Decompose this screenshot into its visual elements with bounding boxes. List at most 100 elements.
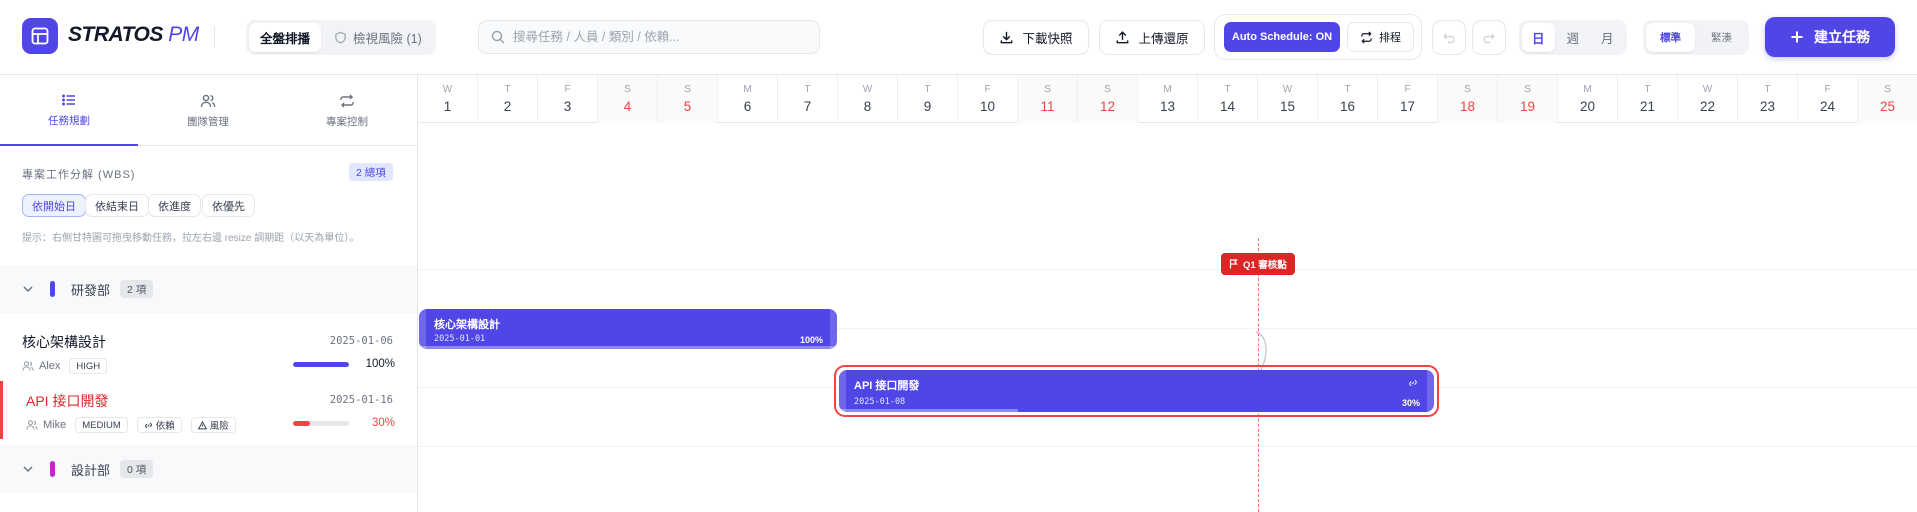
- redo-button[interactable]: [1472, 20, 1506, 55]
- bar-progress: 30%: [1401, 398, 1420, 408]
- tab-overview[interactable]: 全盤排播: [249, 23, 322, 52]
- list-icon: [62, 94, 75, 105]
- bar-title: API 接口開發: [854, 380, 920, 392]
- gantt-bar-core-architecture[interactable]: 核心架構設計 2025-01-01 100%: [419, 309, 837, 349]
- app-logo[interactable]: [22, 18, 58, 54]
- wbs-count-badge: 2 總項: [349, 163, 393, 181]
- brand-primary: STRATOS: [68, 23, 163, 46]
- tab-team-management[interactable]: 團隊管理: [139, 75, 277, 146]
- density-compact[interactable]: 緊湊: [1697, 23, 1746, 52]
- task-row-risk[interactable]: API 接口開發 2025-01-16 Mike MEDIUM 依賴 風險 30…: [0, 381, 417, 439]
- bar-progress-fill: [839, 409, 1018, 412]
- task-owner: Mike: [43, 419, 67, 431]
- progress-bar: [293, 421, 349, 426]
- bar-progress: 100%: [799, 335, 823, 345]
- tab-overview-label: 全盤排播: [260, 32, 311, 46]
- tab-risk[interactable]: 檢視風險 (1): [323, 23, 433, 52]
- task-owner: Alex: [39, 360, 61, 372]
- group-count: 0 項: [120, 460, 154, 478]
- upload-icon: [1117, 31, 1129, 44]
- risk-label: 風險: [209, 421, 229, 432]
- bar-start-date: 2025-01-08: [854, 397, 906, 407]
- task-row[interactable]: 核心架構設計 2025-01-06 Alex HIGH 100%: [0, 322, 417, 380]
- group-design[interactable]: 設計部 0 項: [0, 445, 417, 493]
- bar-title: 核心架構設計: [434, 319, 500, 331]
- dependency-badge: 依賴: [136, 417, 182, 433]
- progress-fill: [293, 362, 349, 367]
- schedule-label: 排程: [1379, 32, 1401, 44]
- gantt-bar-api-development[interactable]: API 接口開發 2025-01-08 30%: [839, 370, 1434, 412]
- warning-icon: [197, 420, 207, 429]
- progress-fill: [293, 421, 310, 426]
- resize-handle-right[interactable]: [830, 309, 837, 349]
- zoom-switch: 日 週 月: [1519, 20, 1627, 55]
- shield-icon: [335, 31, 346, 44]
- upload-restore-button[interactable]: 上傳還原: [1099, 20, 1205, 55]
- sort-by-progress[interactable]: 依進度: [148, 194, 201, 217]
- density-switch: 標準 緊湊: [1643, 20, 1749, 55]
- progress-bar: [293, 362, 349, 367]
- tab-project-control[interactable]: 專案控制: [278, 75, 416, 146]
- tab-team-management-label: 團隊管理: [187, 115, 229, 128]
- upload-label: 上傳還原: [1138, 32, 1189, 46]
- user-icon: [26, 420, 38, 430]
- schedule-button[interactable]: 排程: [1347, 22, 1414, 52]
- sort-by-priority[interactable]: 依優先: [202, 194, 255, 217]
- download-icon: [1001, 31, 1013, 44]
- redo-icon: [1483, 33, 1495, 43]
- resize-handle-left[interactable]: [419, 309, 426, 349]
- view-switch: 全盤排播 檢視風險 (1): [246, 20, 436, 55]
- group-name: 研發部: [71, 282, 111, 298]
- task-progress: 100%: [365, 358, 395, 370]
- task-progress: 30%: [371, 417, 395, 429]
- group-rnd[interactable]: 研發部 2 項: [0, 265, 417, 313]
- create-task-button[interactable]: 建立任務: [1765, 17, 1895, 57]
- tab-project-control-label: 專案控制: [326, 115, 368, 128]
- download-label: 下載快照: [1022, 32, 1073, 46]
- bar-start-date: 2025-01-01: [434, 334, 486, 344]
- chevron-down-icon: [23, 286, 33, 293]
- sort-by-end-label: 依結束日: [95, 200, 139, 213]
- search-input[interactable]: [513, 30, 793, 44]
- brand-secondary: PM: [168, 23, 199, 46]
- sort-by-progress-label: 依進度: [158, 200, 191, 213]
- zoom-week[interactable]: 週: [1557, 23, 1590, 52]
- sort-by-start[interactable]: 依開始日: [22, 194, 86, 217]
- auto-schedule-toggle[interactable]: Auto Schedule: ON: [1224, 22, 1340, 52]
- layout-icon: [31, 27, 49, 45]
- undo-icon: [1443, 33, 1455, 43]
- priority-badge: MEDIUM: [75, 417, 128, 433]
- density-standard-label: 標準: [1660, 32, 1681, 44]
- zoom-month-label: 月: [1601, 32, 1614, 46]
- resize-handle-left[interactable]: [839, 370, 846, 412]
- link-icon: [1409, 379, 1417, 387]
- group-name: 設計部: [71, 462, 111, 478]
- search-icon: [491, 30, 505, 44]
- density-standard[interactable]: 標準: [1646, 23, 1695, 52]
- tab-task-planning[interactable]: 任務規劃: [0, 75, 138, 146]
- tab-risk-label: 檢視風險 (1): [353, 32, 422, 46]
- risk-badge: 風險: [190, 417, 236, 433]
- users-icon: [200, 94, 216, 107]
- repeat-icon: [340, 94, 354, 107]
- gantt-hint: 提示：右側甘特圖可拖曳移動任務，拉左右邊 resize 調期距（以天為單位）。: [22, 233, 360, 244]
- undo-button[interactable]: [1432, 20, 1466, 55]
- task-meta: Alex HIGH: [22, 358, 108, 374]
- divider: [214, 26, 215, 48]
- resize-handle-right[interactable]: [1427, 370, 1434, 412]
- bar-progress-fill: [419, 346, 837, 349]
- task-meta: Mike MEDIUM 依賴 風險: [26, 417, 236, 433]
- task-date: 2025-01-06: [329, 335, 393, 347]
- zoom-week-label: 週: [1566, 32, 1580, 46]
- zoom-month[interactable]: 月: [1591, 23, 1624, 52]
- download-snapshot-button[interactable]: 下載快照: [983, 20, 1089, 55]
- task-name: API 接口開發: [26, 393, 109, 409]
- user-icon: [22, 361, 34, 371]
- search-box[interactable]: [478, 20, 820, 54]
- zoom-day-label: 日: [1532, 32, 1545, 46]
- zoom-day[interactable]: 日: [1522, 23, 1555, 52]
- sort-by-end[interactable]: 依結束日: [85, 194, 149, 217]
- gantt-chart: W 1 T 2 F 3 S 4 S 5 M 6 T 7 W 8 T 9 F 10 S 11 S 12 M 13 T 14 W 15 T 16 F…: [418, 75, 1917, 512]
- create-task-label: 建立任務: [1814, 29, 1870, 45]
- repeat-icon: [1361, 31, 1372, 43]
